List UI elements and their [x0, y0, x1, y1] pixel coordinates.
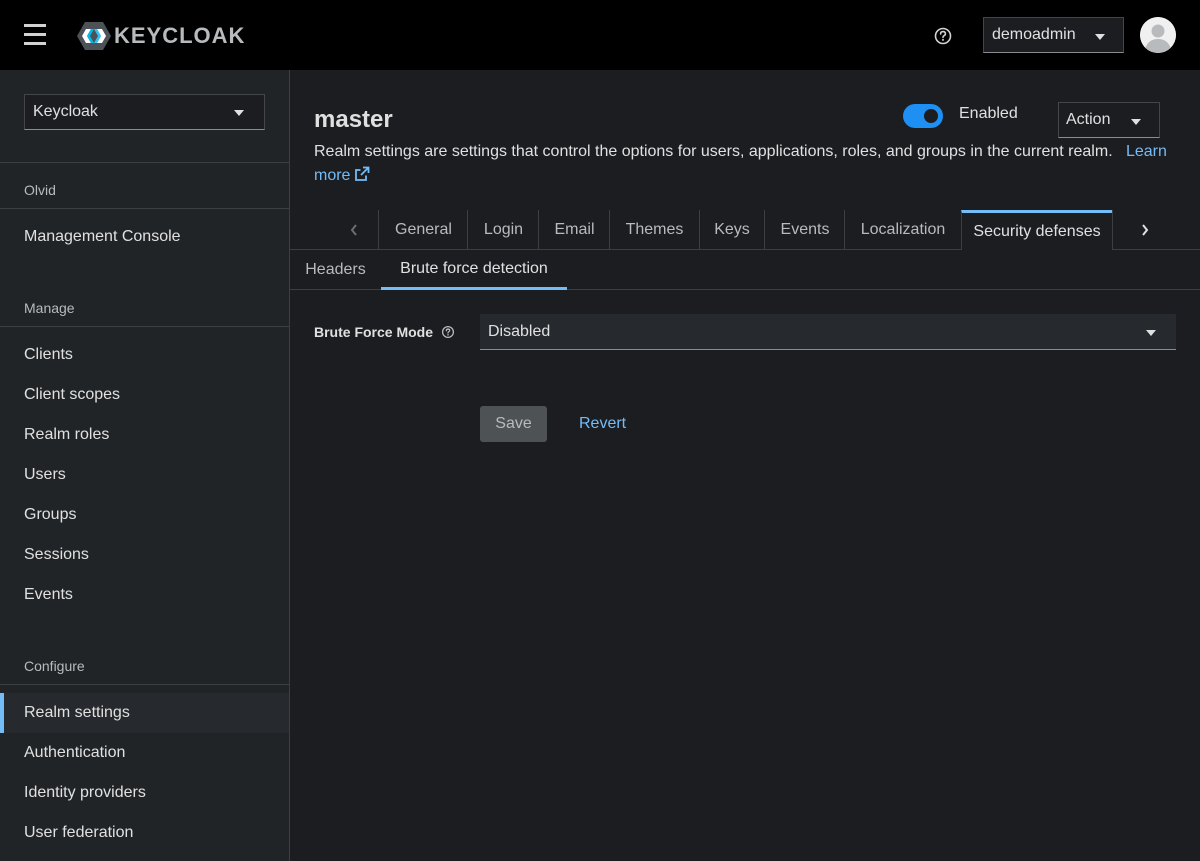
toggle-knob [924, 109, 938, 123]
tab-themes[interactable]: Themes [609, 210, 699, 250]
caret-down-icon [1095, 34, 1105, 40]
tab-security-defenses[interactable]: Security defenses [961, 210, 1112, 250]
enabled-toggle[interactable] [903, 104, 943, 128]
tab-general[interactable]: General [378, 210, 468, 250]
sidebar: Keycloak Olvid Management Console Manage… [0, 70, 290, 861]
tab-email[interactable]: Email [538, 210, 610, 250]
action-dropdown[interactable]: Action [1058, 102, 1160, 138]
sidebar-item-management-console[interactable]: Management Console [0, 217, 289, 257]
tab-events[interactable]: Events [764, 210, 845, 250]
sidebar-item-identity-providers[interactable]: Identity providers [0, 773, 289, 813]
help-icon[interactable] [441, 325, 455, 339]
page-description: Realm settings are settings that control… [314, 140, 1184, 188]
help-circle-icon [441, 325, 455, 339]
nav-group-title-olvid: Olvid [24, 182, 56, 198]
avatar[interactable] [1140, 17, 1176, 53]
user-menu-label: demoadmin [992, 26, 1076, 43]
brute-force-mode-select[interactable]: Disabled [480, 314, 1176, 350]
security-defenses-subtabs: Headers Brute force detection [290, 250, 1200, 290]
chevron-left-icon [350, 224, 357, 236]
action-dropdown-label: Action [1066, 111, 1111, 128]
sidebar-item-groups[interactable]: Groups [0, 495, 289, 535]
sidebar-item-users[interactable]: Users [0, 455, 289, 495]
main-content: master Enabled Action Realm settings are… [290, 70, 1200, 861]
keycloak-logo[interactable]: KEYCLOAK [76, 19, 245, 53]
realm-selector-label: Keycloak [33, 103, 98, 120]
external-link-icon [355, 166, 370, 181]
sidebar-item-user-federation[interactable]: User federation [0, 813, 289, 853]
page-title: master [314, 106, 393, 133]
tabs-scroll-left-button[interactable] [330, 210, 378, 250]
keycloak-logo-icon [77, 22, 111, 50]
hamburger-menu-icon[interactable] [24, 24, 48, 46]
chevron-right-icon [1141, 224, 1148, 236]
sidebar-item-authentication[interactable]: Authentication [0, 733, 289, 773]
nav-group-title-manage: Manage [24, 300, 75, 316]
subtab-headers[interactable]: Headers [290, 250, 381, 290]
caret-down-icon [1146, 330, 1156, 336]
help-circle-icon [934, 27, 952, 45]
save-button[interactable]: Save [480, 406, 547, 442]
divider [0, 326, 289, 327]
masthead: KEYCLOAK demoadmin [0, 0, 1200, 70]
realm-selector[interactable]: Keycloak [24, 94, 265, 130]
brute-force-mode-value: Disabled [488, 322, 551, 340]
enabled-toggle-label: Enabled [959, 105, 1018, 122]
user-menu-dropdown[interactable]: demoadmin [983, 17, 1124, 53]
divider [0, 208, 289, 209]
sidebar-item-realm-settings[interactable]: Realm settings [0, 693, 289, 733]
tabs-scroll-right-button[interactable] [1112, 210, 1176, 250]
sidebar-item-client-scopes[interactable]: Client scopes [0, 375, 289, 415]
help-button[interactable] [932, 25, 954, 47]
caret-down-icon [234, 110, 244, 116]
tab-keys[interactable]: Keys [699, 210, 764, 250]
logo-text: KEYCLOAK [114, 23, 246, 48]
divider [0, 162, 289, 163]
sidebar-item-realm-roles[interactable]: Realm roles [0, 415, 289, 455]
user-avatar-icon [1140, 17, 1176, 53]
tab-login[interactable]: Login [467, 210, 539, 250]
tab-localization[interactable]: Localization [844, 210, 961, 250]
divider [0, 684, 289, 685]
nav-group-title-configure: Configure [24, 658, 85, 674]
caret-down-icon [1131, 119, 1141, 125]
sidebar-item-events[interactable]: Events [0, 575, 289, 615]
revert-button[interactable]: Revert [579, 406, 626, 442]
subtab-brute-force-detection[interactable]: Brute force detection [381, 250, 567, 290]
description-text: Realm settings are settings that control… [314, 143, 1113, 160]
realm-settings-tabs: General Login Email Themes Keys Events L… [290, 210, 1200, 250]
sidebar-item-clients[interactable]: Clients [0, 335, 289, 375]
brute-force-mode-label: Brute Force Mode [314, 324, 455, 340]
sidebar-item-sessions[interactable]: Sessions [0, 535, 289, 575]
